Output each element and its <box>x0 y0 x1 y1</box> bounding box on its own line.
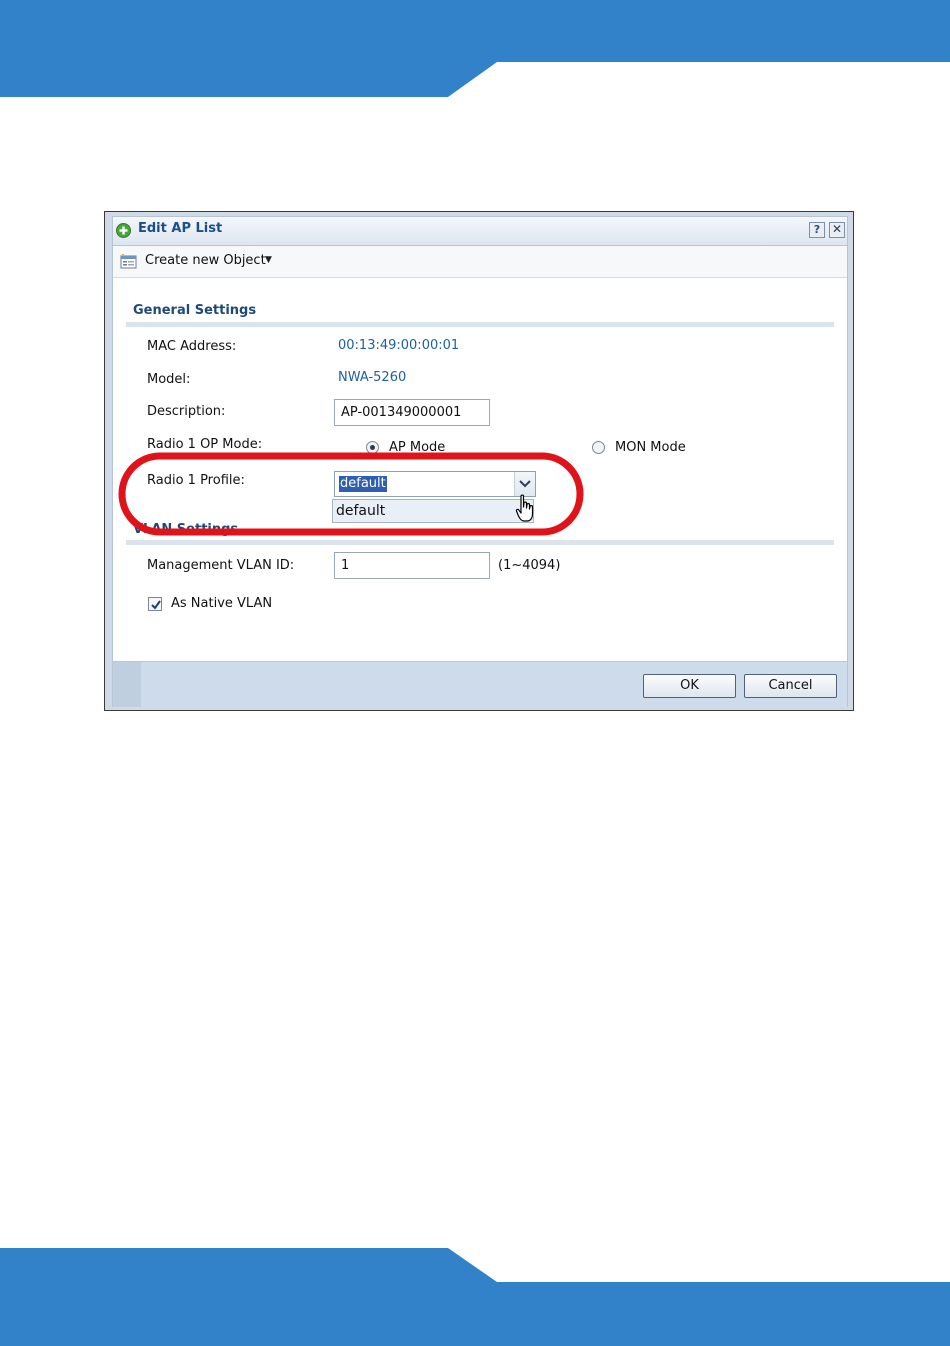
description-label: Description: <box>147 404 226 419</box>
section-divider <box>126 322 834 327</box>
description-input[interactable] <box>334 399 490 426</box>
mon-mode-radio[interactable] <box>592 441 605 454</box>
vlan-range-hint: (1~4094) <box>498 558 561 573</box>
general-settings-heading: General Settings <box>133 303 257 318</box>
mac-address-label: MAC Address: <box>147 339 237 354</box>
mac-address-value: 00:13:49:00:00:01 <box>338 338 460 353</box>
footer-side-panel <box>113 662 141 707</box>
top-banner <box>0 0 950 97</box>
dialog-title: Edit AP List <box>138 221 223 236</box>
dialog-toolbar: Create new Object ▼ <box>113 246 847 278</box>
new-object-icon <box>120 254 137 269</box>
management-vlan-input[interactable] <box>334 552 490 579</box>
chevron-down-icon[interactable]: ▼ <box>265 255 272 265</box>
highlight-ellipse <box>118 452 584 536</box>
native-vlan-label: As Native VLAN <box>171 596 273 611</box>
management-vlan-label: Management VLAN ID: <box>147 558 295 573</box>
model-value: NWA-5260 <box>338 370 407 385</box>
native-vlan-checkbox[interactable] <box>148 597 162 611</box>
dialog-footer: OK Cancel <box>113 661 847 707</box>
ok-button[interactable]: OK <box>643 674 736 698</box>
model-label: Model: <box>147 372 191 387</box>
create-new-object-menu[interactable]: Create new Object <box>145 253 266 268</box>
dialog-titlebar: Edit AP List ? ✕ <box>113 217 847 246</box>
bottom-banner <box>0 1248 950 1346</box>
radio-op-mode-label: Radio 1 OP Mode: <box>147 437 263 452</box>
mon-mode-label: MON Mode <box>615 440 686 455</box>
cancel-button[interactable]: Cancel <box>744 674 837 698</box>
checkmark-icon <box>151 600 161 610</box>
section-divider <box>126 540 834 545</box>
close-button[interactable]: ✕ <box>829 222 845 238</box>
help-button[interactable]: ? <box>809 222 825 238</box>
add-circle-icon <box>116 223 131 238</box>
